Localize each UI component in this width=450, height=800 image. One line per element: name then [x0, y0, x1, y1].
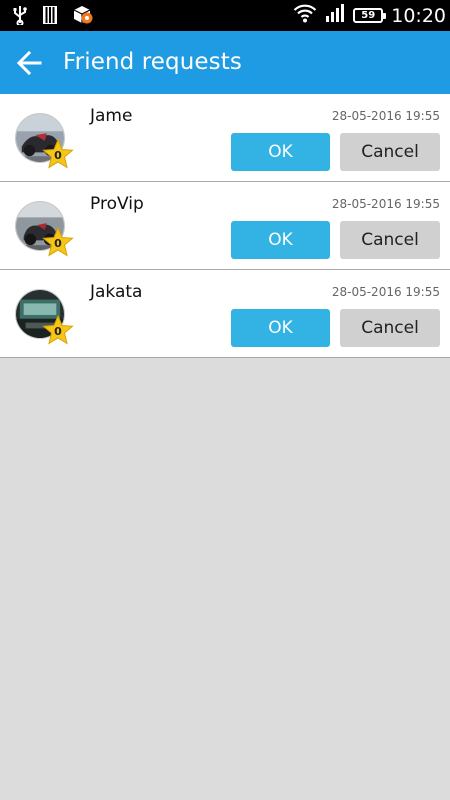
friend-name: Jame: [90, 106, 133, 126]
friend-request-row: 0 Jakata 28-05-2016 19:55 OK Cancel: [0, 270, 450, 358]
level-star-badge: 0: [42, 314, 74, 345]
arrow-left-icon: [16, 50, 42, 76]
status-clock: 10:20: [391, 4, 446, 27]
usb-icon: [12, 5, 28, 30]
ok-button[interactable]: OK: [231, 309, 330, 347]
cancel-button[interactable]: Cancel: [340, 133, 440, 171]
ok-button[interactable]: OK: [231, 133, 330, 171]
status-system: 59 10:20: [293, 3, 446, 28]
page-title: Friend requests: [63, 49, 242, 75]
status-notifications: [12, 5, 94, 30]
sd-card-icon: [42, 5, 58, 30]
back-button[interactable]: [14, 47, 46, 79]
status-bar: 59 10:20: [0, 0, 450, 31]
level-number: 0: [54, 237, 62, 250]
app-bar: Friend requests: [0, 31, 450, 94]
friend-request-row: 0 Jame 28-05-2016 19:55 OK Cancel: [0, 94, 450, 182]
wifi-icon: [293, 3, 317, 28]
level-number: 0: [54, 149, 62, 162]
ok-button[interactable]: OK: [231, 221, 330, 259]
friend-name: ProVip: [90, 194, 144, 214]
request-date: 28-05-2016 19:55: [331, 109, 440, 123]
friend-name: Jakata: [90, 282, 143, 302]
cancel-button[interactable]: Cancel: [340, 221, 440, 259]
level-number: 0: [54, 325, 62, 338]
app-notification-icon: [72, 5, 94, 30]
level-star-badge: 0: [42, 226, 74, 257]
battery-icon: 59: [353, 8, 387, 23]
level-star-badge: 0: [42, 138, 74, 169]
cancel-button[interactable]: Cancel: [340, 309, 440, 347]
request-date: 28-05-2016 19:55: [331, 197, 440, 211]
request-date: 28-05-2016 19:55: [331, 285, 440, 299]
friend-request-row: 0 ProVip 28-05-2016 19:55 OK Cancel: [0, 182, 450, 270]
signal-icon: [325, 3, 345, 28]
friend-request-list: 0 Jame 28-05-2016 19:55 OK Cancel 0 ProV…: [0, 94, 450, 358]
